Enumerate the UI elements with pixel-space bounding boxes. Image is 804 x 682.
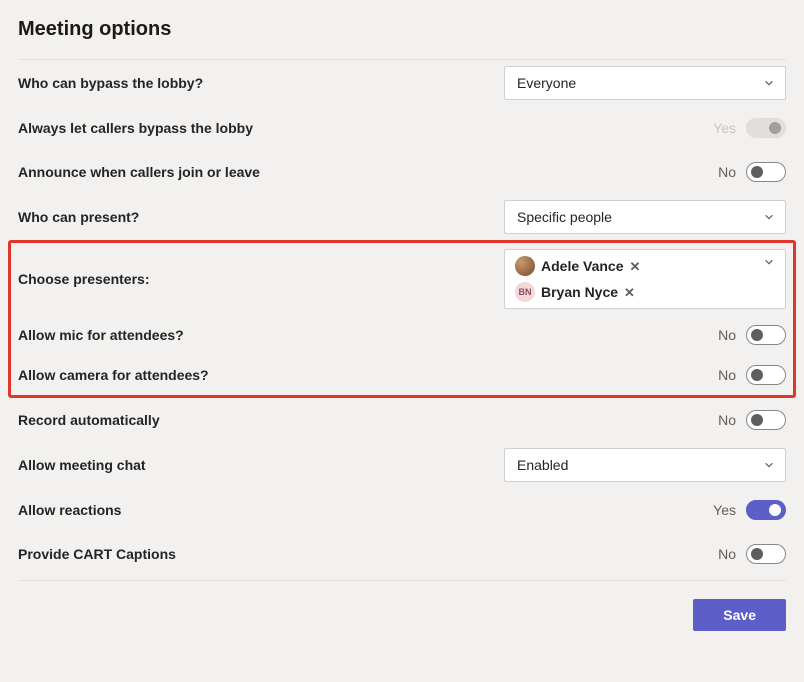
chevron-down-icon [763, 459, 775, 471]
label-cart-captions: Provide CART Captions [18, 546, 176, 562]
chevron-down-icon [763, 256, 775, 268]
value-record-auto: No [718, 412, 736, 428]
chevron-down-icon [763, 211, 775, 223]
avatar [515, 256, 535, 276]
select-bypass-lobby-value: Everyone [517, 75, 576, 91]
presenter-name: Bryan Nyce [541, 284, 618, 300]
toggle-announce-join-leave[interactable] [746, 162, 786, 182]
row-allow-chat: Allow meeting chat Enabled [18, 442, 786, 488]
value-allow-mic: No [718, 327, 736, 343]
label-announce-join-leave: Announce when callers join or leave [18, 164, 260, 180]
avatar: BN [515, 282, 535, 302]
select-who-can-present[interactable]: Specific people [504, 200, 786, 234]
people-picker-presenters[interactable]: Adele Vance ✕ BN Bryan Nyce ✕ [504, 249, 786, 309]
label-allow-camera: Allow camera for attendees? [18, 367, 209, 383]
row-announce-join-leave: Announce when callers join or leave No [18, 150, 786, 194]
label-allow-reactions: Allow reactions [18, 502, 121, 518]
remove-presenter-icon[interactable]: ✕ [630, 260, 641, 273]
remove-presenter-icon[interactable]: ✕ [624, 286, 635, 299]
toggle-allow-camera[interactable] [746, 365, 786, 385]
value-allow-reactions: Yes [713, 502, 736, 518]
toggle-allow-mic[interactable] [746, 325, 786, 345]
value-always-callers-bypass: Yes [713, 120, 736, 136]
presenter-chip: BN Bryan Nyce ✕ [515, 282, 640, 302]
label-record-auto: Record automatically [18, 412, 160, 428]
page-title: Meeting options [18, 18, 786, 41]
row-bypass-lobby: Who can bypass the lobby? Everyone [18, 60, 786, 106]
label-always-callers-bypass: Always let callers bypass the lobby [18, 120, 253, 136]
toggle-record-auto[interactable] [746, 410, 786, 430]
row-cart-captions: Provide CART Captions No [18, 532, 786, 576]
presenter-name: Adele Vance [541, 258, 624, 274]
highlight-box: Choose presenters: Adele Vance ✕ BN Brya… [8, 240, 796, 398]
value-allow-camera: No [718, 367, 736, 383]
select-who-can-present-value: Specific people [517, 209, 612, 225]
select-allow-chat[interactable]: Enabled [504, 448, 786, 482]
presenter-chip: Adele Vance ✕ [515, 256, 640, 276]
footer: Save [18, 581, 786, 631]
label-allow-chat: Allow meeting chat [18, 457, 146, 473]
label-allow-mic: Allow mic for attendees? [18, 327, 184, 343]
toggle-always-callers-bypass [746, 118, 786, 138]
row-allow-mic: Allow mic for attendees? No [18, 315, 786, 355]
select-allow-chat-value: Enabled [517, 457, 568, 473]
label-choose-presenters: Choose presenters: [18, 271, 149, 287]
save-button[interactable]: Save [693, 599, 786, 631]
row-who-can-present: Who can present? Specific people [18, 194, 786, 240]
chevron-down-icon [763, 77, 775, 89]
toggle-allow-reactions[interactable] [746, 500, 786, 520]
label-who-can-present: Who can present? [18, 209, 139, 225]
row-record-auto: Record automatically No [18, 398, 786, 442]
label-bypass-lobby: Who can bypass the lobby? [18, 75, 203, 91]
row-always-callers-bypass: Always let callers bypass the lobby Yes [18, 106, 786, 150]
presenter-chips: Adele Vance ✕ BN Bryan Nyce ✕ [515, 256, 640, 302]
value-announce-join-leave: No [718, 164, 736, 180]
row-choose-presenters: Choose presenters: Adele Vance ✕ BN Brya… [18, 243, 786, 315]
select-bypass-lobby[interactable]: Everyone [504, 66, 786, 100]
row-allow-reactions: Allow reactions Yes [18, 488, 786, 532]
row-allow-camera: Allow camera for attendees? No [18, 355, 786, 395]
toggle-cart-captions[interactable] [746, 544, 786, 564]
value-cart-captions: No [718, 546, 736, 562]
